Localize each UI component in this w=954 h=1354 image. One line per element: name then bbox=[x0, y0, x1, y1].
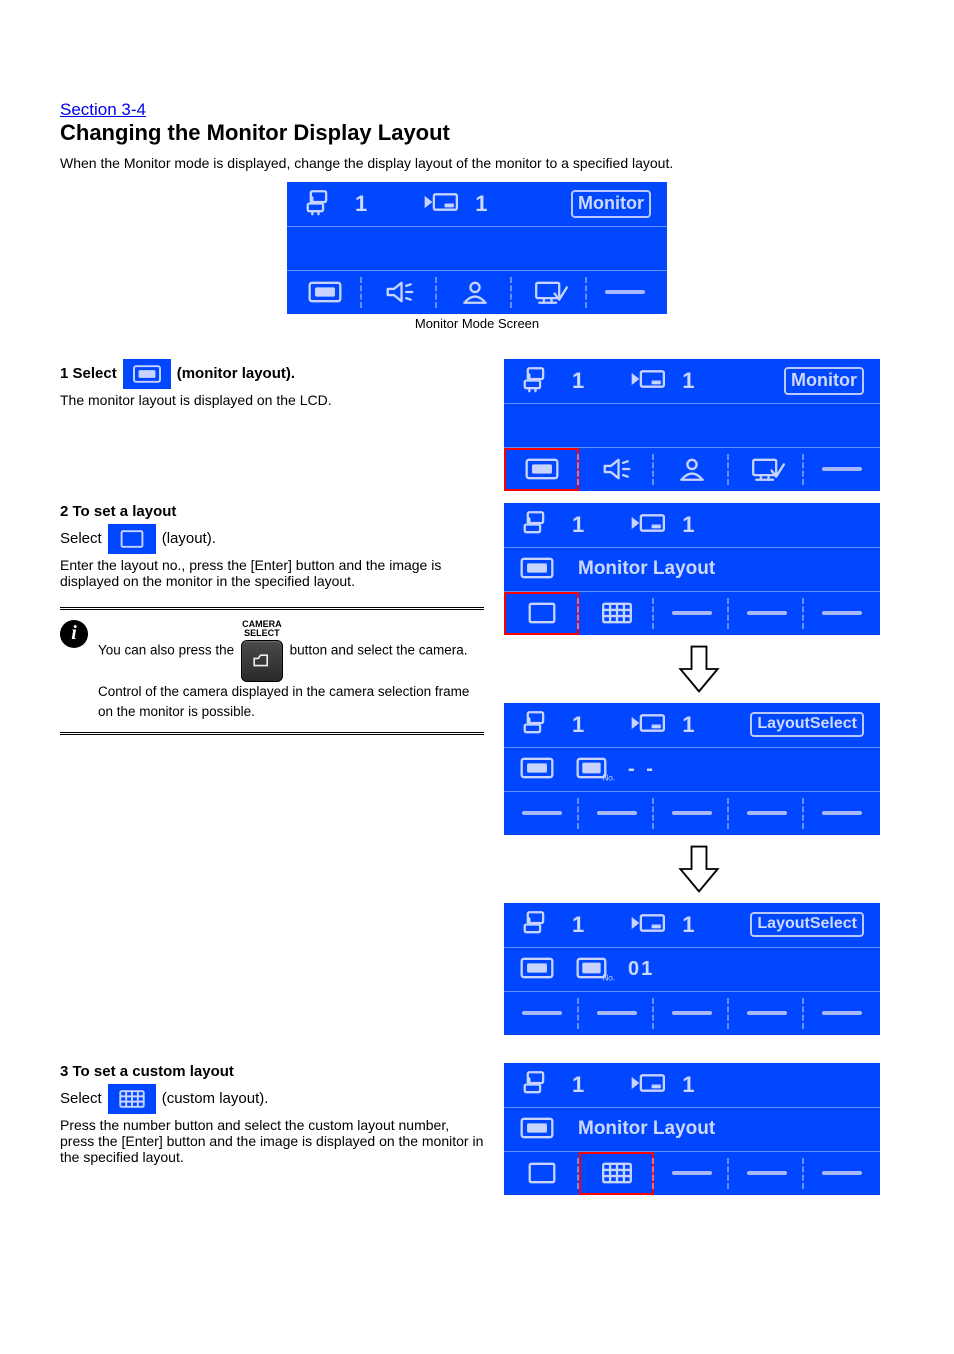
step1-heading: 1 Select (monitor layout). bbox=[60, 359, 484, 389]
audio-tile bbox=[579, 448, 654, 491]
lcd-step3: 1 1 Monitor Layout bbox=[504, 1063, 880, 1195]
page-title: Changing the Monitor Display Layout bbox=[60, 120, 894, 146]
single-layout-tile-selected bbox=[504, 592, 579, 635]
lcd-step2b: 1 1 LayoutSelect No. - - bbox=[504, 703, 880, 835]
step3-body: Press the number button and select the c… bbox=[60, 1117, 484, 1165]
monitor-check-tile bbox=[729, 448, 804, 491]
step2-select-pre: Select bbox=[60, 530, 102, 547]
layout-no-icon: No. bbox=[570, 752, 616, 787]
monitor-dev-icon bbox=[417, 186, 463, 221]
step3-select-post: (custom layout). bbox=[162, 1090, 269, 1107]
step2-heading: 2 To set a layout bbox=[60, 503, 484, 520]
camera-select-button-graphic: CAMERASELECT bbox=[241, 620, 283, 682]
user-tile bbox=[654, 448, 729, 491]
lcd-step2c: 1 1 LayoutSelect No. 01 bbox=[504, 903, 880, 1035]
monitor-layout-label: Monitor Layout bbox=[578, 1118, 715, 1140]
monitor-dev-icon bbox=[624, 907, 670, 942]
monitor-layout-tile-selected bbox=[504, 448, 579, 491]
custom-layout-tile bbox=[579, 592, 654, 635]
nvr-icon bbox=[514, 1067, 560, 1102]
layout-no-icon: No. bbox=[570, 952, 616, 987]
info-box: i You can also press the CAMERASELECT bu… bbox=[60, 607, 484, 736]
intro-text: When the Monitor mode is displayed, chan… bbox=[60, 154, 894, 174]
section-link[interactable]: Section 3-4 bbox=[60, 100, 146, 119]
monitor-layout-tile bbox=[287, 271, 362, 314]
empty-tile bbox=[587, 271, 662, 314]
user-tile bbox=[437, 271, 512, 314]
mode-badge-layoutselect: LayoutSelect bbox=[750, 912, 864, 937]
nvr-icon bbox=[514, 707, 560, 742]
step3-select-pre: Select bbox=[60, 1090, 102, 1107]
nvr-number: 1 bbox=[355, 191, 367, 217]
mode-badge-layoutselect: LayoutSelect bbox=[750, 712, 864, 737]
monitor-dev-icon bbox=[624, 707, 670, 742]
nvr-icon bbox=[514, 507, 560, 542]
monitor-layout-icon bbox=[514, 952, 560, 987]
monitor-dev-icon bbox=[624, 507, 670, 542]
monitor-dev-number: 1 bbox=[475, 191, 487, 217]
step3-heading: 3 To set a custom layout bbox=[60, 1063, 484, 1080]
monitor-layout-icon-inline bbox=[123, 359, 171, 389]
lcd-step2a: 1 1 Monitor Layout bbox=[504, 503, 880, 635]
mode-badge: Monitor bbox=[784, 367, 864, 395]
info-icon: i bbox=[60, 620, 88, 648]
monitor-layout-icon bbox=[514, 1112, 560, 1147]
mode-badge: Monitor bbox=[571, 190, 651, 218]
monitor-check-tile bbox=[512, 271, 587, 314]
svg-text:No.: No. bbox=[602, 772, 615, 782]
nvr-icon bbox=[297, 186, 343, 221]
layout-no-value: - - bbox=[628, 758, 656, 781]
lcd-monitor-screen: 1 1 Monitor bbox=[287, 182, 667, 314]
arrow-down-icon bbox=[504, 841, 894, 897]
layout-no-value: 01 bbox=[628, 958, 654, 981]
single-layout-tile bbox=[504, 1152, 579, 1195]
lcd-caption: Monitor Mode Screen bbox=[60, 316, 894, 331]
audio-tile bbox=[362, 271, 437, 314]
monitor-dev-icon bbox=[624, 363, 670, 398]
svg-text:No.: No. bbox=[602, 972, 615, 982]
step2-select-post: (layout). bbox=[162, 530, 216, 547]
nvr-icon bbox=[514, 363, 560, 398]
step1-body: The monitor layout is displayed on the L… bbox=[60, 392, 484, 408]
monitor-layout-icon bbox=[514, 552, 560, 587]
monitor-layout-label: Monitor Layout bbox=[578, 558, 715, 580]
monitor-dev-icon bbox=[624, 1067, 670, 1102]
arrow-down-icon bbox=[504, 641, 894, 697]
single-layout-icon-inline bbox=[108, 524, 156, 554]
custom-layout-tile-selected bbox=[579, 1152, 654, 1195]
empty-tile bbox=[804, 448, 879, 491]
monitor-layout-icon bbox=[514, 752, 560, 787]
custom-layout-icon-inline bbox=[108, 1084, 156, 1114]
step2-body: Enter the layout no., press the [Enter] … bbox=[60, 557, 484, 589]
nvr-icon bbox=[514, 907, 560, 942]
lcd-step1: 1 1 Monitor bbox=[504, 359, 880, 491]
